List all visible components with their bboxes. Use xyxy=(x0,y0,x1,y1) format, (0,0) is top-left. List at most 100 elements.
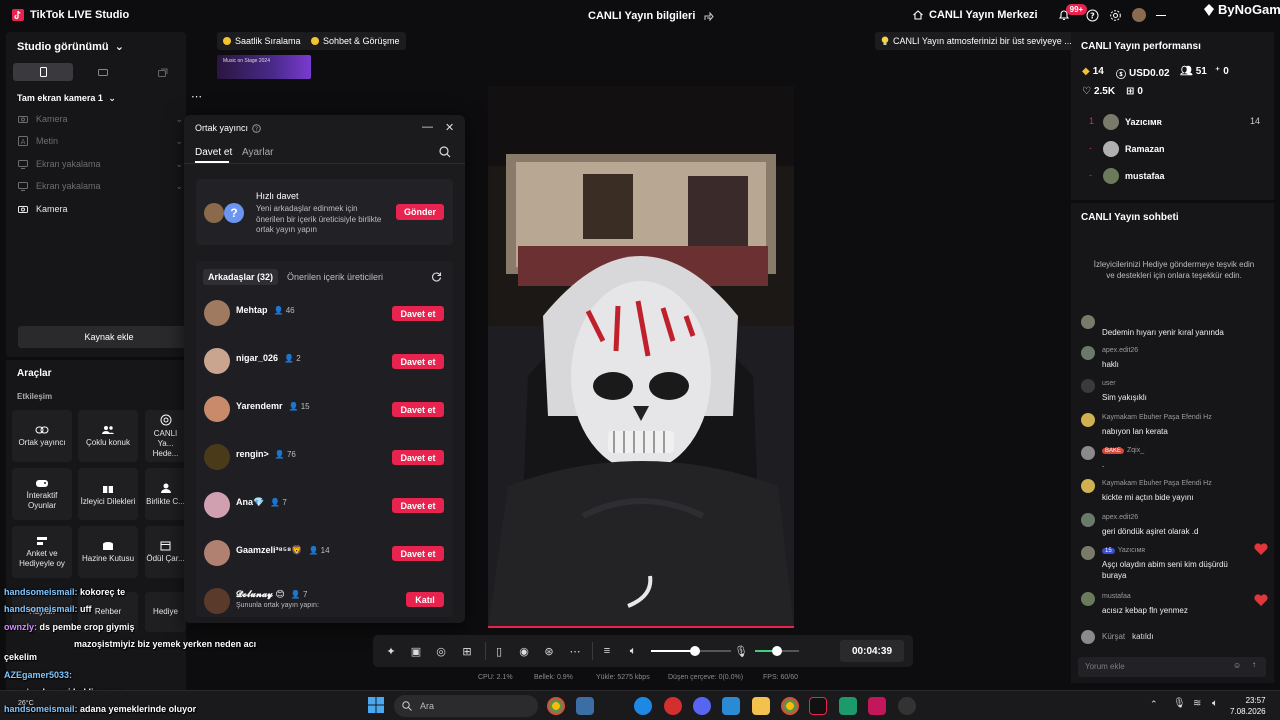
avatar[interactable] xyxy=(1131,8,1146,22)
ranked-user[interactable]: Yazıcıᴍʀ xyxy=(1103,114,1162,130)
help-icon[interactable]: ? xyxy=(1086,9,1099,22)
volume-slider[interactable] xyxy=(651,646,731,656)
youtube-icon[interactable] xyxy=(868,697,886,715)
tool-label: Hazine Kutusu xyxy=(81,553,135,563)
tool-co-host[interactable]: Ortak yayıncı xyxy=(12,410,72,462)
ranked-user[interactable]: mustafaa xyxy=(1103,168,1165,184)
invite-button[interactable]: Davet et xyxy=(392,306,444,321)
send-arrow-icon[interactable]: ↑ xyxy=(1252,660,1256,669)
discord-icon[interactable] xyxy=(693,697,711,715)
volume-icon[interactable]: 🔈︎ xyxy=(1212,698,1218,709)
microphone-icon[interactable]: 🎙︎ xyxy=(733,643,749,659)
opera-icon[interactable] xyxy=(664,697,682,715)
magic-wand-icon[interactable]: ✦ xyxy=(383,643,399,659)
scene-dropdown[interactable]: Tam ekran kamera 1 ⌄ xyxy=(17,93,116,104)
refresh-icon[interactable] xyxy=(431,271,442,282)
tab-friends[interactable]: Arkadaşlar (32) xyxy=(203,269,279,285)
minimize-icon[interactable]: — xyxy=(422,121,433,133)
live-info-button[interactable]: CANLI Yayın bilgileri xyxy=(588,10,715,22)
info-icon[interactable]: ? xyxy=(252,123,261,133)
avatar xyxy=(204,444,230,470)
file-explorer-icon[interactable] xyxy=(576,697,594,715)
mic-knob[interactable] xyxy=(772,646,782,656)
overlay-user: handsomeismail: xyxy=(4,604,78,614)
chrome-icon[interactable] xyxy=(547,697,565,715)
tool-poll[interactable]: Anket ve Hediyeyle oy xyxy=(12,526,72,578)
landscape-icon xyxy=(98,68,108,76)
invite-button[interactable]: Davet et xyxy=(392,546,444,561)
avatar xyxy=(1081,592,1095,606)
invite-button[interactable]: Davet et xyxy=(392,402,444,417)
settings-gear-icon[interactable] xyxy=(1109,9,1122,22)
obs-icon[interactable] xyxy=(898,697,916,715)
live-center-button[interactable]: CANLI Yayın Merkezi xyxy=(912,9,1038,21)
source-item[interactable]: Kamera ⌄ xyxy=(18,114,183,124)
tray-chevron-icon[interactable]: ⌃ xyxy=(1150,699,1158,710)
chrome-icon[interactable] xyxy=(781,697,799,715)
ai-icon[interactable]: ◎ xyxy=(433,643,449,659)
speaker-icon[interactable]: 🔈︎ xyxy=(625,643,641,659)
tab-invite[interactable]: Davet et xyxy=(195,147,232,158)
send-button[interactable]: Gönder xyxy=(396,204,444,220)
chat-user-row: Kürşat katıldı xyxy=(1102,632,1153,641)
microphone-icon[interactable]: 🎙︎ xyxy=(1173,698,1186,709)
chat-talk-chip[interactable]: Sohbet & Görüşme xyxy=(305,32,406,50)
source-item[interactable]: Ekran yakalama ⌄ xyxy=(18,159,183,169)
event-banner[interactable]: Music on Stage 2024 xyxy=(217,55,311,79)
tiktok-studio-icon[interactable] xyxy=(809,697,827,715)
tip-chip[interactable]: CANLI Yayın atmosferinizi bir üst seviye… xyxy=(875,32,1078,50)
close-icon[interactable]: ✕ xyxy=(445,121,454,134)
landscape-option[interactable] xyxy=(73,63,133,81)
tool-reward[interactable]: Ödül Çar... xyxy=(145,526,186,578)
tool-viewer-wishes[interactable]: İzleyici Dilekleri xyxy=(78,468,138,520)
folder-icon[interactable] xyxy=(752,697,770,715)
app-icon[interactable] xyxy=(839,697,857,715)
add-source-button[interactable]: Kaynak ekle xyxy=(18,326,200,348)
tool-treasure-box[interactable]: Hazine Kutusu xyxy=(78,526,138,578)
invite-button[interactable]: Davet et xyxy=(392,354,444,369)
likes-value: 2.5K xyxy=(1093,86,1116,97)
phone-icon[interactable]: ▯ xyxy=(491,643,507,659)
tool-multi-guest[interactable]: Çoklu konuk xyxy=(78,410,138,462)
source-item[interactable]: Kamera xyxy=(18,204,183,214)
portrait-option[interactable] xyxy=(13,63,73,81)
mixer-icon[interactable]: ≡ xyxy=(599,643,615,659)
ranked-user[interactable]: Ramazan xyxy=(1103,141,1165,157)
tab-settings[interactable]: Ayarlar xyxy=(242,147,274,158)
volume-knob[interactable] xyxy=(690,646,700,656)
dual-option[interactable] xyxy=(133,63,193,81)
record-icon[interactable]: ◉ xyxy=(516,643,532,659)
minimize-icon[interactable] xyxy=(1156,15,1166,16)
source-item[interactable]: A Metin ⌄ xyxy=(18,136,183,146)
emoji-icon[interactable]: ☺ xyxy=(1233,661,1241,670)
overlay-chat-line: çekelim xyxy=(4,652,37,662)
wifi-icon[interactable]: ≋ xyxy=(1193,698,1201,709)
overlay-text: ds pembe crop giymiş xyxy=(39,622,135,632)
tool-together[interactable]: Birlikte C... xyxy=(145,468,186,520)
more-icon[interactable]: ⋯ xyxy=(567,643,583,659)
invite-button[interactable]: Davet et xyxy=(392,498,444,513)
search-icon[interactable] xyxy=(439,146,451,158)
tool-gift[interactable]: Hediye xyxy=(145,592,186,632)
windows-start-icon[interactable] xyxy=(368,697,384,713)
tab-suggested[interactable]: Önerilen içerik üreticileri xyxy=(287,272,383,282)
mic-slider[interactable] xyxy=(755,646,799,656)
invite-button[interactable]: Davet et xyxy=(392,450,444,465)
tool-interactive-games[interactable]: İnteraktif Oyunlar xyxy=(12,468,72,520)
source-item[interactable]: Ekran yakalama ⌄ xyxy=(18,181,183,191)
notification-button[interactable]: 99+ xyxy=(1058,3,1088,22)
camera-switch-icon[interactable]: ⊛ xyxy=(541,643,557,659)
tool-live-goal[interactable]: CANLI Ya... Hede... xyxy=(145,410,186,462)
avatar xyxy=(1081,346,1095,360)
more-options-icon[interactable]: ⋯ xyxy=(191,90,202,103)
clock[interactable]: 23:57 7.08.2026 xyxy=(1230,695,1266,717)
hourly-ranking-chip[interactable]: Saatlik Sıralama xyxy=(217,32,307,50)
studio-view-dropdown[interactable]: Studio görünümü ⌄ xyxy=(17,40,124,53)
join-button[interactable]: Katıl xyxy=(406,592,444,607)
edge-icon[interactable] xyxy=(634,697,652,715)
effects-icon[interactable]: ▣ xyxy=(408,643,424,659)
taskbar-search[interactable]: Ara xyxy=(394,695,538,717)
screen-icon[interactable]: ⊞ xyxy=(459,643,475,659)
store-icon[interactable] xyxy=(722,697,740,715)
comment-input[interactable]: Yorum ekle ☺ ↑ xyxy=(1078,657,1266,677)
